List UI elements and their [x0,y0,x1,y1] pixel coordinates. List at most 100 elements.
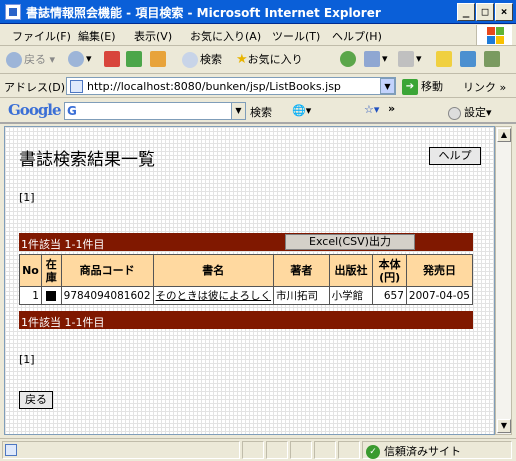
menu-tools[interactable]: ツール(T) [272,28,320,44]
menu-help[interactable]: ヘルプ(H) [332,28,382,44]
google-pagerank-icon[interactable]: 🌐▾ [292,104,311,117]
star-icon: ★ [236,52,248,67]
edit-icon [436,51,452,67]
google-logo: Google [8,101,62,119]
pager-bottom[interactable]: [1] [19,353,35,366]
col-header-date: 発売日 [405,254,474,287]
history-icon [340,51,356,67]
table-row: 1 9784094081602 そのときは彼によろしく 市川拓司 小学館 657… [19,286,474,305]
print-button[interactable]: ▾ [398,51,422,67]
pager-top[interactable]: [1] [19,191,35,204]
cell-stock [40,286,62,305]
messenger-button[interactable] [460,51,478,67]
results-table: No 在庫 商品コード 書名 著者 出版社 本体(円) 発売日 1 978409… [19,254,474,305]
window-title: 書誌情報照会機能 - 項目検索 - Microsoft Internet Exp… [26,6,381,20]
standard-toolbar: 戻る ▾ ▾ 検索 ★お気に入り ▾ ▾ [0,46,516,74]
menu-favorites[interactable]: お気に入り(A) [190,28,261,44]
links-button[interactable]: リンク » [463,79,506,95]
col-header-publisher: 出版社 [328,254,374,287]
search-toolbar-button[interactable]: 検索 [182,51,222,68]
vertical-scrollbar[interactable]: ▲ ▼ [495,126,512,435]
google-g-icon: G [67,104,77,118]
close-button[interactable]: × [495,3,513,21]
menu-bar: ファイル(F) 編集(E) 表示(V) お気に入り(A) ツール(T) ヘルプ(… [0,24,516,46]
favorites-toolbar-button[interactable]: ★お気に入り [236,51,303,67]
page-icon [70,80,83,93]
summary-bar-top: 1件該当 1-1件目 Excel(CSV)出力 [19,233,473,251]
address-url: http://localhost:8080/bunken/jsp/ListBoo… [87,80,341,93]
cell-publisher: 小学館 [328,286,374,305]
mail-button[interactable]: ▾ [364,51,388,67]
cell-author: 市川拓司 [273,286,330,305]
home-icon [150,51,166,67]
go-arrow-icon: ➔ [402,79,418,95]
minimize-button[interactable]: _ [457,3,475,21]
col-header-stock: 在庫 [40,254,62,287]
google-search-button[interactable]: 検索 [250,104,272,120]
col-header-author: 著者 [273,254,330,287]
col-header-title: 書名 [152,254,275,287]
menu-edit[interactable]: 編集(E) [78,28,116,44]
cell-title: そのときは彼によろしく [152,286,275,305]
go-button[interactable]: ➔ 移動 [402,78,443,95]
status-cell [314,441,336,459]
ie-page-icon [5,4,21,20]
address-bar: アドレス(D) http://localhost:8080/bunken/jsp… [0,74,516,98]
home-button[interactable] [150,51,168,67]
help-button[interactable]: ヘルプ [429,147,481,165]
search-icon [182,52,198,68]
result-summary-bottom: 1件該当 1-1件目 [21,316,105,329]
window-titlebar: 書誌情報照会機能 - 項目検索 - Microsoft Internet Exp… [0,0,516,24]
back-toolbar-button[interactable]: 戻る ▾ [6,51,55,68]
summary-bar-bottom: 1件該当 1-1件目 [19,311,473,329]
status-cell [290,441,312,459]
back-button[interactable]: 戻る [19,391,53,409]
check-icon: ✓ [366,445,380,459]
google-toolbar: Google G ▼ 検索 🌐▾ ☆▾ » 設定▾ [0,98,516,124]
cell-code: 9784094081602 [60,286,154,305]
research-icon [484,51,500,67]
address-label: アドレス(D) [4,81,66,94]
more-chevron-icon[interactable]: » [388,102,395,115]
result-summary: 1件該当 1-1件目 [21,238,105,251]
trusted-zone-indicator: ✓ 信頼済みサイト [366,443,461,459]
page-viewport: 書誌検索結果一覧 ヘルプ [1] 1件該当 1-1件目 Excel(CSV)出力… [4,126,495,435]
edit-button[interactable] [436,51,454,67]
back-arrow-icon [6,52,22,68]
status-main-cell [2,441,240,459]
bookmark-star-icon[interactable]: ☆▾ [364,103,379,116]
research-button[interactable] [484,51,502,67]
google-settings-button[interactable]: 設定▾ [448,104,492,120]
menu-file[interactable]: ファイル(F) [12,28,71,44]
refresh-button[interactable] [126,51,144,67]
windows-logo-icon [476,25,512,45]
messenger-icon [460,51,476,67]
menu-view[interactable]: 表示(V) [134,28,172,44]
stop-button[interactable] [104,51,122,67]
address-input[interactable]: http://localhost:8080/bunken/jsp/ListBoo… [66,77,396,95]
address-dropdown-button[interactable]: ▼ [380,78,395,94]
scroll-down-icon[interactable]: ▼ [497,419,511,433]
csv-export-button[interactable]: Excel(CSV)出力 [285,234,415,250]
stock-square-icon [46,290,57,301]
col-header-no: No [19,254,42,287]
google-search-input[interactable]: G ▼ [64,102,246,120]
mail-icon [364,51,380,67]
history-button[interactable] [340,51,358,67]
cell-date: 2007-04-05 [405,286,474,305]
forward-toolbar-button[interactable]: ▾ [68,51,92,67]
refresh-icon [126,51,142,67]
status-bar: ✓ 信頼済みサイト [0,438,516,461]
maximize-button[interactable]: □ [476,3,494,21]
forward-arrow-icon [68,51,84,67]
print-icon [398,51,414,67]
cell-no: 1 [19,286,42,305]
status-cell [338,441,360,459]
status-cell [242,441,264,459]
settings-circle-icon [448,106,461,120]
google-dropdown-button[interactable]: ▼ [231,103,245,119]
col-header-price: 本体(円) [372,254,407,287]
book-title-link[interactable]: そのときは彼によろしく [156,290,272,302]
scroll-up-icon[interactable]: ▲ [497,128,511,142]
cell-price: 657 [372,286,407,305]
